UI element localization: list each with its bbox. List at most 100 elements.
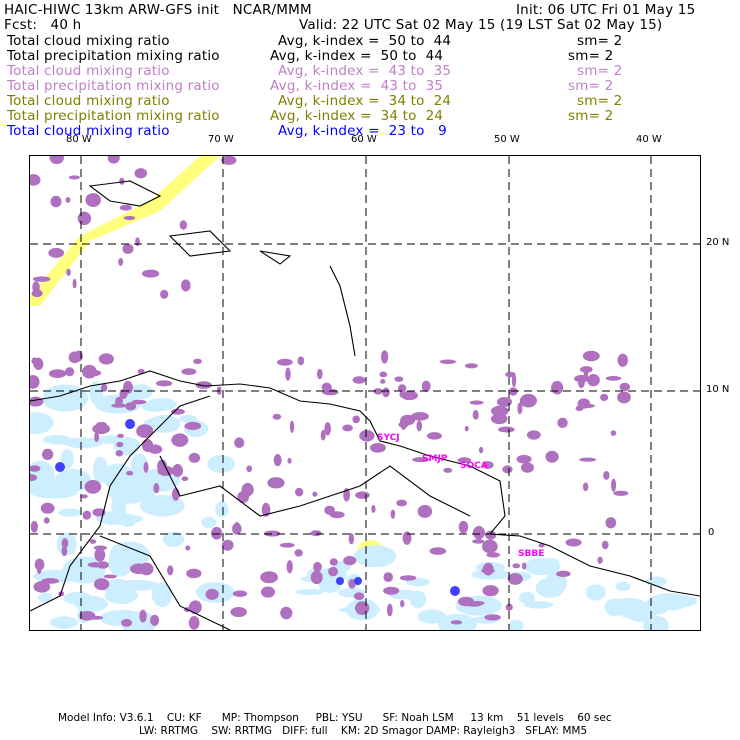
init-time: Init: 06 UTC Fri 01 May 15: [516, 2, 696, 18]
cloud-blob: [496, 397, 513, 407]
cloud-blob: [171, 487, 180, 501]
cloud-blob: [577, 398, 591, 409]
cloud-blob: [390, 509, 396, 519]
cloud-blob: [429, 547, 447, 555]
cloud-blob: [297, 356, 305, 366]
cloud-blob: [603, 471, 610, 480]
cloud-blob: [383, 572, 394, 582]
legend-smoothing: sm= 2: [568, 108, 614, 124]
cloud-blob: [193, 358, 202, 365]
cloud-blob: [644, 596, 670, 615]
cloud-blob: [260, 586, 276, 598]
cloud-blob: [673, 595, 698, 607]
cloud-blob: [287, 457, 292, 464]
cloud-blob: [40, 502, 55, 514]
cloud-blob: [354, 601, 370, 615]
cloud-blob: [188, 452, 201, 463]
cloud-blob: [587, 374, 600, 387]
cloud-blob: [310, 570, 323, 585]
lon-label: 40 W: [636, 134, 662, 145]
cloud-blob: [399, 575, 417, 581]
cloud-blob: [597, 556, 603, 564]
cloud-blob: [34, 558, 45, 571]
cloud-blob: [617, 391, 631, 404]
cloud-blob: [27, 396, 44, 407]
legend-field: Total precipitation mixing ratio: [7, 78, 220, 94]
cloud-blob: [160, 289, 169, 299]
cloud-blob: [74, 350, 83, 362]
cloud-blob: [272, 413, 282, 420]
cloud-blob: [279, 542, 295, 548]
cloud-blob: [153, 483, 160, 494]
cloud-blob: [394, 376, 404, 382]
cloud-blob: [84, 479, 102, 494]
cloud-blob: [143, 461, 149, 473]
cloud-blob: [285, 367, 291, 381]
cloud-blob: [107, 151, 120, 164]
cloud-blob: [523, 601, 554, 609]
cloud-blob: [416, 420, 423, 432]
cloud-blob: [167, 565, 174, 576]
cloud-blob: [511, 373, 517, 388]
cloud-blob: [180, 279, 191, 292]
cloud-blob: [582, 350, 600, 362]
cloud-blob: [512, 563, 521, 569]
cloud-blob: [131, 399, 147, 405]
cloud-blob: [141, 269, 160, 278]
cloud-blob: [619, 382, 631, 392]
lat-label: 20 N: [706, 237, 730, 248]
legend-field: Total cloud mixing ratio: [7, 63, 170, 79]
cloud-blob: [399, 391, 404, 398]
cloud-blob: [116, 441, 124, 448]
lat-label: 10 N: [706, 384, 730, 395]
cloud-blob: [31, 289, 43, 298]
cloud-blob: [359, 430, 375, 442]
cloud-blob: [472, 409, 479, 420]
cloud-blob: [207, 455, 235, 473]
cloud-blob: [464, 425, 469, 432]
cloud-blob: [99, 513, 144, 524]
cloud-blob: [464, 363, 478, 369]
legend-smoothing: sm= 2: [568, 48, 614, 64]
cloud-blob: [232, 522, 242, 535]
cloud-blob: [215, 501, 229, 518]
cloud-blob: [472, 526, 485, 540]
cloud-blob: [379, 371, 388, 378]
cloud-blob: [89, 539, 97, 544]
cloud-blob: [557, 417, 568, 429]
cloud-blob: [352, 376, 366, 384]
cloud-blob: [119, 204, 132, 211]
cloud-blob: [48, 369, 67, 379]
cloud-blob: [68, 175, 80, 180]
legend-range: Avg, k-index = 50 to 44: [278, 33, 452, 49]
cloud-blob: [94, 548, 106, 562]
cloud-blob: [123, 380, 133, 394]
cloud-blob: [93, 578, 110, 591]
cloud-blob: [381, 350, 389, 364]
cloud-blob: [277, 358, 293, 366]
cloud-blob: [123, 215, 136, 221]
cloud-blob: [77, 211, 92, 226]
cloud-blob: [316, 368, 323, 380]
cloud-blob: [33, 358, 44, 370]
cloud-blob: [181, 368, 197, 376]
forecast-hour: Fcst: 40 h: [4, 17, 82, 33]
cloud-blob: [294, 487, 304, 497]
cloud-blob: [294, 549, 303, 557]
plot-title: HAIC-HIWC 13km ARW-GFS init NCAR/MMM: [4, 2, 312, 18]
cloud-blob: [600, 393, 609, 402]
cloud-blob: [130, 563, 148, 575]
cloud-blob: [92, 423, 111, 435]
legend-field: Total precipitation mixing ratio: [7, 48, 220, 64]
cloud-blob: [30, 520, 38, 533]
cloud-blob: [80, 494, 88, 499]
lon-label: 60 W: [351, 134, 377, 145]
cloud-blob: [369, 442, 386, 453]
cloud-blob: [58, 508, 82, 517]
cloud-blob: [355, 491, 370, 499]
model-info-line2: LW: RRTMG SW: RRTMG DIFF: full KM: 2D Sm…: [139, 725, 588, 737]
cloud-blob: [482, 585, 499, 597]
cloud-blob: [457, 596, 475, 607]
cloud-blob: [232, 590, 248, 597]
cloud-blob: [111, 403, 127, 408]
